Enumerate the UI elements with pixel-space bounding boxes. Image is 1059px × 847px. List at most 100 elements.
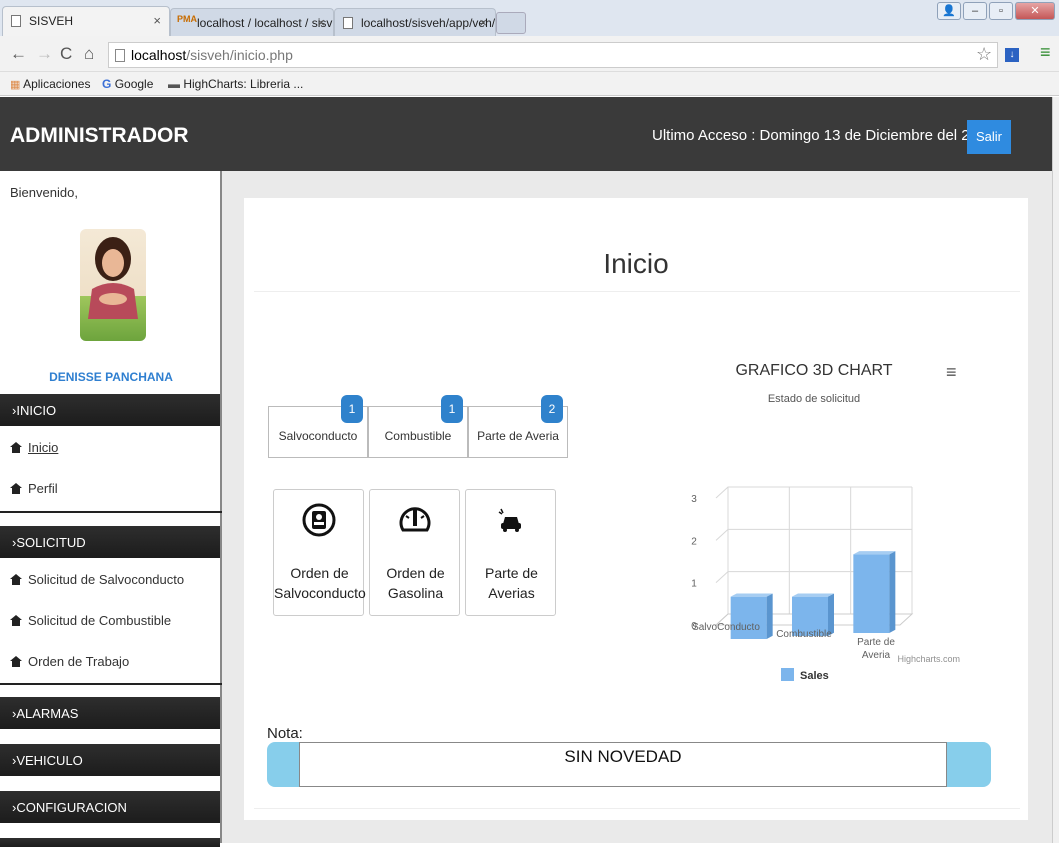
- section-solicitud[interactable]: ›SOLICITUD: [0, 526, 220, 558]
- divider: [254, 808, 1020, 809]
- url-host: localhost: [131, 47, 187, 63]
- bookmark-label: Google: [114, 77, 154, 91]
- menu-icon[interactable]: ≡: [1040, 42, 1051, 63]
- home-icon[interactable]: ⌂: [84, 44, 94, 64]
- home-icon: [10, 615, 22, 626]
- window-controls: 👤 – ▫ ✕: [937, 2, 1055, 20]
- new-tab-button[interactable]: [496, 12, 526, 34]
- tile-label-line2: Gasolina: [387, 585, 444, 601]
- sidebar-item-perfil[interactable]: Perfil: [10, 481, 58, 496]
- y-tick-label: 3: [691, 494, 697, 505]
- browser-window: SISVEH × PMA localhost / localhost / sis…: [0, 0, 1059, 847]
- web-page: ADMINISTRADOR Ultimo Acceso : Domingo 13…: [0, 97, 1052, 847]
- sidebar-item-orden-trabajo[interactable]: Orden de Trabajo: [10, 654, 129, 669]
- close-window-button[interactable]: ✕: [1015, 2, 1055, 20]
- close-tab-icon[interactable]: ×: [153, 13, 161, 28]
- section-alarmas[interactable]: ›ALARMAS: [0, 697, 220, 729]
- counter-label: Combustible: [384, 429, 452, 443]
- section-configuracion[interactable]: ›CONFIGURACION: [0, 791, 220, 823]
- bar-top: [792, 593, 834, 597]
- bar-top: [853, 551, 896, 555]
- chart-subtitle: Estado de solicitud: [768, 393, 860, 405]
- tab-label: SISVEH: [29, 14, 74, 28]
- sidebar-item-label: Orden de Trabajo: [28, 654, 130, 669]
- divider: [0, 511, 222, 513]
- bookmark-star-icon[interactable]: ☆: [976, 44, 992, 65]
- y-tick-label: 2: [691, 536, 697, 547]
- folder-icon: ▬: [168, 77, 180, 91]
- top-header: ADMINISTRADOR Ultimo Acceso : Domingo 13…: [0, 97, 1052, 171]
- tab-label: localhost / localhost / sisv: [197, 16, 333, 30]
- reload-icon[interactable]: C: [60, 44, 72, 64]
- logout-button[interactable]: Salir: [967, 120, 1011, 154]
- counter-parte-averia[interactable]: Parte de Averia 2: [468, 395, 568, 458]
- tab-sisveh[interactable]: SISVEH ×: [2, 6, 170, 36]
- bar-top: [730, 593, 773, 597]
- tab-label: localhost/sisveh/app/veh/: [361, 16, 496, 30]
- sidebar-item-label: Perfil: [28, 481, 58, 496]
- section-inicio[interactable]: ›INICIO: [0, 394, 220, 426]
- gridline: [715, 486, 912, 499]
- sidebar-item-solicitud-combustible[interactable]: Solicitud de Combustible: [10, 613, 171, 628]
- sidebar-item-label: Solicitud de Salvoconducto: [28, 572, 185, 587]
- counter-salvoconducto[interactable]: Salvoconducto 1: [268, 395, 368, 458]
- page-icon: [343, 17, 353, 29]
- tile-label-line1: Parte de: [485, 565, 538, 581]
- x-tick-label: Combustible: [776, 629, 832, 640]
- google-icon: G: [102, 77, 112, 91]
- bookmark-highcharts[interactable]: ▬ HighCharts: Libreria ...: [168, 77, 303, 91]
- bar-side: [766, 593, 773, 639]
- legend-label: Sales: [800, 670, 829, 682]
- main-panel: Inicio Salvoconducto 1 Combustible 1 Par…: [244, 198, 1028, 820]
- page-title: Inicio: [603, 248, 669, 279]
- close-tab-icon[interactable]: ×: [317, 15, 325, 30]
- document-badge-icon: [302, 503, 336, 537]
- sidebar-item-inicio[interactable]: Inicio: [10, 440, 58, 455]
- maximize-button[interactable]: ▫: [989, 2, 1013, 20]
- tile-orden-gasolina[interactable]: Orden de Gasolina: [369, 489, 460, 616]
- bar: [853, 554, 890, 633]
- download-icon[interactable]: ↓: [1005, 48, 1019, 62]
- fuel-gauge-icon: [399, 507, 431, 532]
- sidebar-item-solicitud-salvoconducto[interactable]: Solicitud de Salvoconducto: [10, 572, 184, 587]
- tab-bar: SISVEH × PMA localhost / localhost / sis…: [0, 0, 1059, 36]
- home-icon: [10, 483, 22, 494]
- chart-credits: Highcharts.com: [897, 654, 960, 664]
- home-icon: [10, 574, 22, 585]
- tab-phpmyadmin[interactable]: PMA localhost / localhost / sisv ×: [170, 8, 334, 36]
- bookmark-apps[interactable]: ▦ Aplicaciones: [10, 77, 90, 91]
- tile-parte-averias[interactable]: Parte de Averias: [465, 489, 556, 616]
- url-input[interactable]: localhost/sisveh/inicio.php: [108, 42, 998, 68]
- nota-textarea[interactable]: SIN NOVEDAD: [299, 742, 947, 787]
- section-vehiculo[interactable]: ›VEHICULO: [0, 744, 220, 776]
- chart-menu-icon[interactable]: ≡: [946, 362, 957, 382]
- bookmark-label: Aplicaciones: [23, 77, 91, 91]
- x-tick-label: Averia: [862, 650, 891, 661]
- sidebar-item-label: Inicio: [28, 440, 59, 455]
- x-tick-label: SalvoConducto: [692, 622, 760, 633]
- tab-sisveh-app[interactable]: localhost/sisveh/app/veh/ ×: [334, 8, 496, 36]
- last-access-text: Ultimo Acceso : Domingo 13 de Diciembre …: [652, 127, 995, 144]
- page-icon: [115, 49, 125, 62]
- forward-icon[interactable]: →: [36, 44, 53, 64]
- user-icon[interactable]: 👤: [937, 2, 961, 20]
- counter-combustible[interactable]: Combustible 1: [368, 395, 468, 458]
- scrollbar[interactable]: [1052, 97, 1059, 843]
- counter-label: Parte de Averia: [477, 429, 559, 443]
- close-tab-icon[interactable]: ×: [479, 15, 487, 30]
- bookmark-google[interactable]: G Google: [102, 77, 153, 91]
- url-path: /sisveh/inicio.php: [186, 47, 293, 63]
- tile-label-line1: Orden de: [386, 565, 445, 581]
- count-badge: 1: [341, 395, 363, 423]
- page-icon: [11, 15, 21, 27]
- nota-group: SIN NOVEDAD: [267, 742, 991, 787]
- x-tick-label: Parte de: [857, 637, 895, 648]
- brand-title: ADMINISTRADOR: [10, 124, 189, 147]
- car-crash-icon: [498, 508, 521, 532]
- avatar: [80, 229, 146, 341]
- chart-container: GRAFICO 3D CHART Estado de solicitud ≡ 0 1 2 3…: [664, 348, 984, 688]
- bookmark-label: HighCharts: Libreria ...: [183, 77, 304, 91]
- tile-orden-salvoconducto[interactable]: Orden de Salvoconducto: [273, 489, 366, 616]
- minimize-button[interactable]: –: [963, 2, 987, 20]
- back-icon[interactable]: ←: [10, 44, 27, 64]
